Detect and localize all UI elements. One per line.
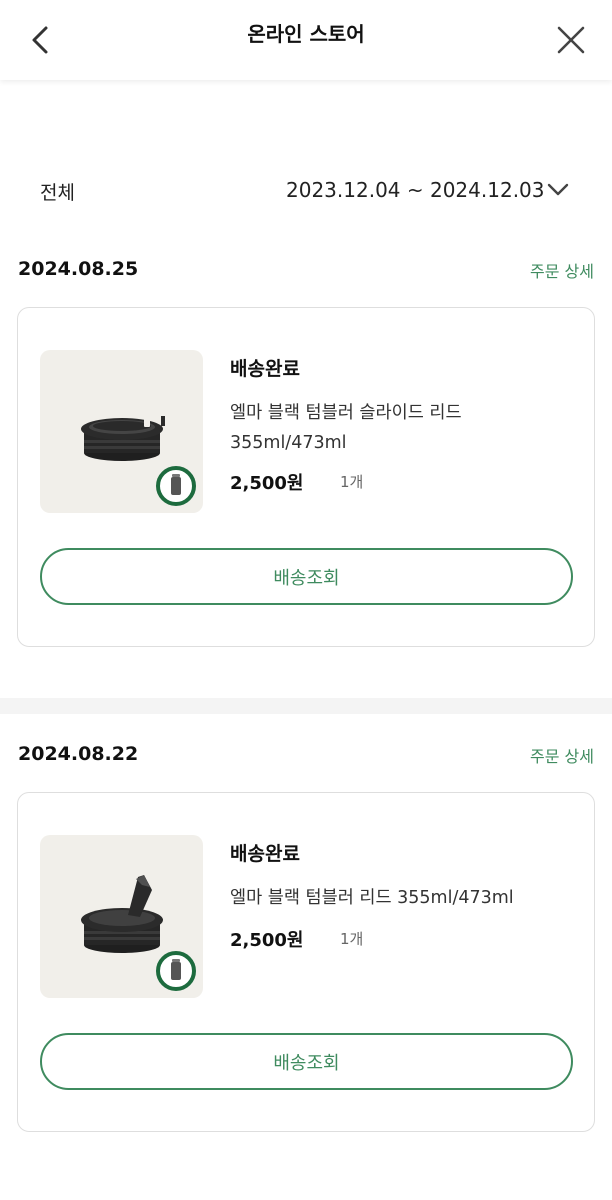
- close-button[interactable]: [548, 20, 592, 60]
- top-app-bar: 온라인 스토어: [0, 0, 612, 80]
- product-name[interactable]: 엘마 블랙 텀블러 슬라이드 리드 355ml/473ml: [230, 398, 576, 458]
- product-price: 2,500원: [230, 473, 304, 494]
- order-detail-link[interactable]: 주문 상세: [530, 743, 594, 767]
- delivery-status: 배송완료: [230, 358, 300, 380]
- order-detail-link[interactable]: 주문 상세: [530, 258, 594, 282]
- product-price: 2,500원: [230, 930, 304, 951]
- track-delivery-button[interactable]: 배송조회: [40, 548, 573, 605]
- date-range[interactable]: 2023.12.04 ~ 2024.12.03: [286, 178, 545, 202]
- close-icon: [557, 26, 585, 54]
- product-name[interactable]: 엘마 블랙 텀블러 리드 355ml/473ml: [230, 883, 576, 913]
- section-divider: [0, 698, 612, 714]
- order-date: 2024.08.22: [18, 743, 139, 765]
- page-title: 온라인 스토어: [247, 22, 365, 46]
- order-date: 2024.08.25: [18, 258, 139, 280]
- track-delivery-button[interactable]: 배송조회: [40, 1033, 573, 1090]
- product-quantity: 1개: [340, 473, 364, 491]
- delivery-status: 배송완료: [230, 843, 300, 865]
- filter-scope[interactable]: 전체: [40, 178, 75, 205]
- product-thumbnail[interactable]: [40, 350, 203, 513]
- tumbler-slide-lid-image: [81, 413, 196, 506]
- product-thumbnail[interactable]: [40, 835, 203, 998]
- chevron-down-icon: [547, 183, 569, 196]
- order-card: 배송완료 엘마 블랙 텀블러 슬라이드 리드 355ml/473ml 2,500…: [17, 307, 595, 647]
- date-filter-bar: 전체 2023.12.04 ~ 2024.12.03: [0, 176, 612, 206]
- tumbler-lid-image: [81, 875, 196, 991]
- order-card: 배송완료 엘마 블랙 텀블러 리드 355ml/473ml 2,500원 1개 …: [17, 792, 595, 1132]
- date-range-dropdown[interactable]: [545, 180, 571, 200]
- product-quantity: 1개: [340, 930, 364, 948]
